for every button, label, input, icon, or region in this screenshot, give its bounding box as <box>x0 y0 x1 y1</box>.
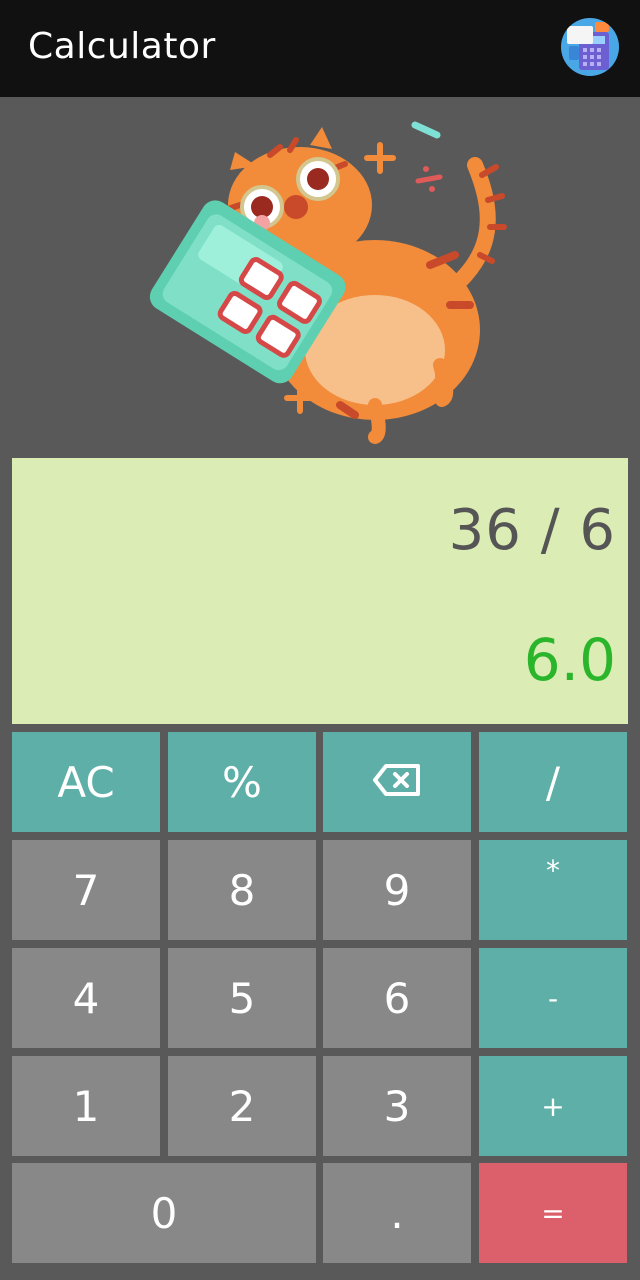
backspace-button[interactable] <box>323 732 471 832</box>
decimal-point-button[interactable]: . <box>323 1163 471 1263</box>
minus-button[interactable]: - <box>479 948 627 1048</box>
calculator-app-icon[interactable] <box>561 18 619 76</box>
digit-8-button[interactable]: 8 <box>168 840 316 940</box>
digit-0-button[interactable]: 0 <box>12 1163 316 1263</box>
digit-5-button[interactable]: 5 <box>168 948 316 1048</box>
plus-button[interactable]: + <box>479 1056 627 1156</box>
divide-button[interactable]: / <box>479 732 627 832</box>
all-clear-button[interactable]: AC <box>12 732 160 832</box>
digit-1-button[interactable]: 1 <box>12 1056 160 1156</box>
digit-3-button[interactable]: 3 <box>323 1056 471 1156</box>
backspace-icon <box>372 758 422 807</box>
digit-9-button[interactable]: 9 <box>323 840 471 940</box>
digit-4-button[interactable]: 4 <box>12 948 160 1048</box>
cat-calculator-illustration <box>130 115 510 445</box>
digit-2-button[interactable]: 2 <box>168 1056 316 1156</box>
result-text: 6.0 <box>523 626 616 694</box>
calculator-display: 36 / 6 6.0 <box>12 458 628 724</box>
equals-button[interactable]: = <box>479 1163 627 1263</box>
multiply-button[interactable]: * <box>479 840 627 940</box>
app-bar: Calculator <box>0 0 640 97</box>
expression-text: 36 / 6 <box>448 498 616 563</box>
app-title: Calculator <box>28 26 216 67</box>
digit-7-button[interactable]: 7 <box>12 840 160 940</box>
percent-button[interactable]: % <box>168 732 316 832</box>
digit-6-button[interactable]: 6 <box>323 948 471 1048</box>
